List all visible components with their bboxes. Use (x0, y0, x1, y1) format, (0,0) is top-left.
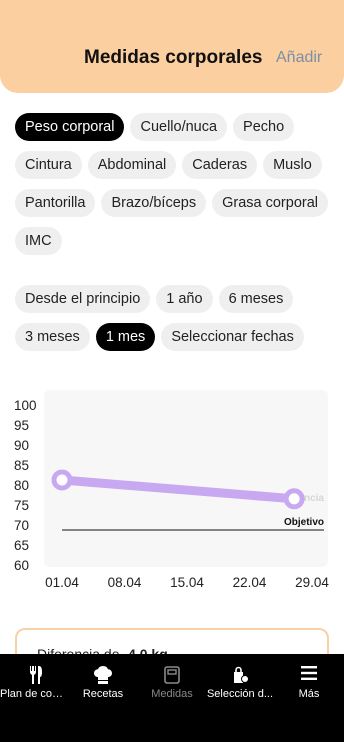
metric-chip-cintura[interactable]: Cintura (15, 151, 82, 179)
nav-item-label: Recetas (82, 688, 124, 700)
nav-item-label: Plan de com... (0, 688, 70, 700)
chart-area (44, 390, 328, 567)
y-tick-label: 85 (14, 458, 30, 473)
metric-chip-peso-corporal[interactable]: Peso corporal (15, 113, 125, 141)
metric-chip-group: Peso corporal Cuello/nuca Pecho Cintura Abdo… (15, 113, 335, 255)
metric-chip-caderas[interactable]: Caderas (182, 151, 258, 179)
metric-chip-brazo-biceps[interactable]: Brazo/bíceps (101, 189, 207, 217)
metric-chip-pecho[interactable]: Pecho (233, 113, 295, 141)
y-tick-label: 100 (14, 398, 37, 413)
fork-knife-icon (0, 666, 70, 684)
range-chip-6-meses[interactable]: 6 meses (218, 285, 294, 313)
nav-item-label: Más (298, 688, 320, 700)
bottom-nav: Plan de com... Recetas Medidas Selección d.… (0, 654, 344, 742)
range-chip-seleccionar-fechas[interactable]: Seleccionar fechas (161, 323, 304, 351)
nav-item-medidas[interactable]: Medidas (137, 666, 207, 700)
nav-item-plan-de-com[interactable]: Plan de com... (0, 666, 70, 700)
nav-item-seleccion-d[interactable]: Selección d... (205, 666, 275, 700)
x-tick-label: 01.04 (45, 575, 79, 590)
add-button[interactable]: Añadir (276, 49, 322, 67)
x-tick-label: 22.04 (232, 575, 267, 590)
menu-icon (274, 666, 344, 684)
metric-chip-pantorilla[interactable]: Pantorilla (15, 189, 96, 217)
metric-chip-muslo[interactable]: Muslo (263, 151, 322, 179)
shopping-bag-icon (205, 666, 275, 684)
scale-icon (137, 666, 207, 684)
nav-item-label: Medidas (151, 688, 193, 700)
y-tick-label: 75 (14, 498, 30, 513)
y-tick-label: 70 (14, 518, 30, 533)
metric-chip-imc[interactable]: IMC (15, 227, 62, 255)
range-chip-1-mes[interactable]: 1 mes (95, 323, 156, 351)
y-tick-label: 80 (14, 478, 30, 493)
y-tick-label: 65 (14, 538, 30, 553)
metric-chip-cuello-nuca[interactable]: Cuello/nuca (130, 113, 228, 141)
range-chip-1-ano[interactable]: 1 año (156, 285, 213, 313)
nav-item-recetas[interactable]: Recetas (68, 666, 138, 700)
x-tick-label: 08.04 (107, 575, 142, 590)
range-chip-3-meses[interactable]: 3 meses (15, 323, 90, 351)
metric-chip-abdominal[interactable]: Abdominal (87, 151, 177, 179)
range-chip-desde-el-principio[interactable]: Desde el principio (15, 285, 151, 313)
page-title: Medidas corporales (84, 47, 263, 68)
y-tick-label: 95 (14, 418, 30, 433)
y-tick-label: 60 (14, 558, 30, 573)
nav-item-label: Selección d... (206, 688, 274, 700)
nav-item-mas[interactable]: Más (274, 666, 344, 700)
header: Medidas corporales Añadir (0, 0, 344, 93)
x-tick-label: 29.04 (295, 575, 329, 590)
range-chip-group: Desde el principio 1 año 6 meses 3 meses 1 m… (15, 285, 335, 351)
chef-hat-icon (68, 666, 138, 684)
metric-chip-grasa-corporal[interactable]: Grasa corporal (212, 189, 328, 217)
y-tick-label: 90 (14, 438, 30, 453)
x-tick-label: 15.04 (170, 575, 204, 590)
